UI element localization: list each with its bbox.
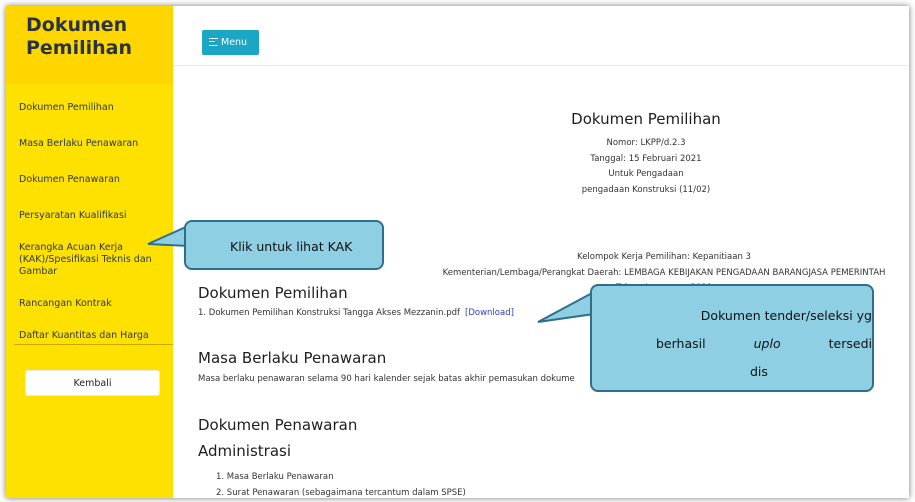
sidebar-item-rancangan-kontrak[interactable]: Rancangan Kontrak [6,298,173,310]
document-untuk: Untuk Pengadaan [608,169,684,179]
sidebar-header: Dokumen Pemilihan [6,6,173,84]
list-item: 1. Masa Berlaku Penawaran [216,472,334,482]
callout-tender-line3: dis [750,364,768,379]
document-nomor: Nomor: LKPP/d.2.3 [606,138,686,148]
document-tanggal: Tanggal: 15 Februari 2021 [590,153,702,164]
callout-word-italic: uplo [753,336,781,351]
callout-word: tersedi [828,336,872,351]
sidebar-item-masa-berlaku[interactable]: Masa Berlaku Penawaran [6,138,173,150]
sidebar-divider [14,344,173,345]
sidebar-item-dokumen-pemilihan[interactable]: Dokumen Pemilihan [6,102,173,114]
section-dokumen-penawaran-title: Dokumen Penawaran [198,416,358,434]
callout-tender-pointer [537,290,595,323]
sidebar: Dokumen Pemilihan Dokumen Pemilihan Masa… [6,6,173,498]
section-administrasi-title: Administrasi [198,442,292,460]
menu-button[interactable]: Menu [202,30,259,55]
section-masa-berlaku-title: Masa Berlaku Penawaran [198,349,387,367]
file-row: 1. Dokumen Pemilihan Konstruksi Tangga A… [198,308,514,318]
file-name: 1. Dokumen Pemilihan Konstruksi Tangga A… [198,308,461,318]
sidebar-title: Dokumen Pemilihan [26,14,133,59]
hamburger-icon [209,38,218,46]
callout-kak-text: Klik untuk lihat KAK [230,239,353,254]
screenshot-frame: Dokumen Pemilihan Dokumen Pemilihan Masa… [6,6,909,498]
menu-label: Menu [221,37,248,48]
sidebar-item-persyaratan[interactable]: Persyaratan Kualifikasi [6,210,173,222]
callout-tender-text: Dokumen tender/seleksi yg berhasil uplo … [610,302,872,386]
document-pengadaan: pengadaan Konstruksi (11/02) [581,184,711,195]
masa-berlaku-text: Masa berlaku penawaran selama 90 hari ka… [198,374,575,384]
topbar: Menu [173,6,909,66]
back-button[interactable]: Kembali [25,370,160,396]
callout-word: berhasil [656,336,706,351]
section-dokumen-pemilihan-title: Dokumen Pemilihan [198,284,348,302]
document-header: Dokumen Pemilihan Nomor: LKPP/d.2.3 Tang… [386,110,906,198]
administrasi-list: 1. Masa Berlaku Penawaran 2. Surat Penaw… [216,469,466,498]
list-item: 2. Surat Penawaran (sebagaimana tercantu… [216,488,466,498]
sidebar-menu: Dokumen Pemilihan Masa Berlaku Penawaran… [6,84,173,342]
callout-tender: Dokumen tender/seleksi yg berhasil uplo … [590,284,874,392]
sidebar-item-dokumen-penawaran[interactable]: Dokumen Penawaran [6,174,173,186]
download-link[interactable]: [Download] [465,308,514,318]
document-kementerian: Kementerian/Lembaga/Perangkat Daerah: LE… [442,267,886,278]
document-title: Dokumen Pemilihan [571,110,721,128]
callout-tender-line1: Dokumen tender/seleksi yg [700,308,872,323]
callout-tender-line2: berhasil uplo tersedi [610,330,872,358]
callout-kak: Klik untuk lihat KAK [184,220,384,270]
sidebar-item-daftar-kuantitas[interactable]: Daftar Kuantitas dan Harga [6,330,173,342]
document-kelompok: Kelompok Kerja Pemilihan: Kepanitiaan 3 [577,252,751,262]
